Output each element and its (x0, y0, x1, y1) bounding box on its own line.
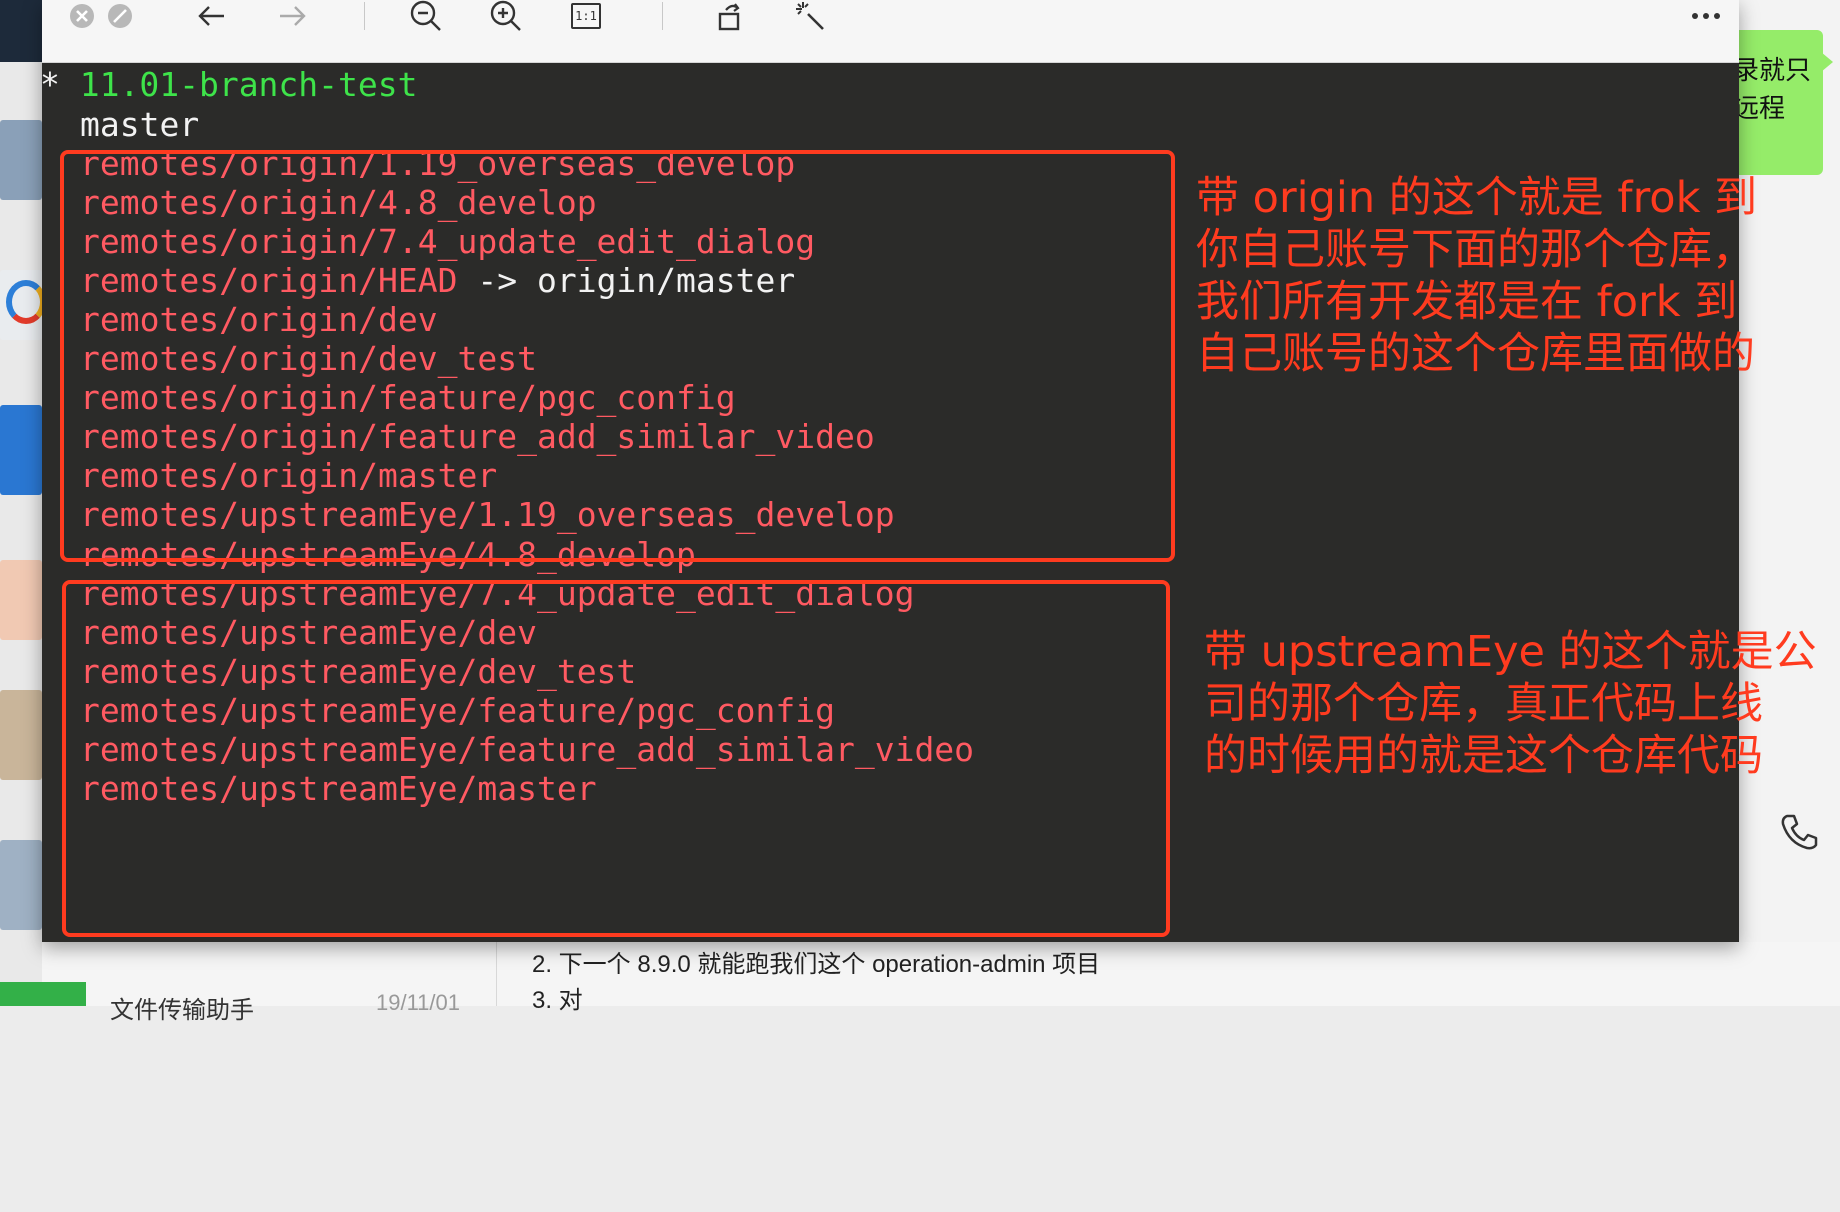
origin-annotation-note: 带 origin 的这个就是 frok 到 你自己账号下面的那个仓库， 我们所有… (1196, 173, 1758, 379)
chat-avatar[interactable] (0, 840, 42, 930)
chat-avatar[interactable] (0, 405, 42, 495)
bubble-text: 录就只 (1733, 55, 1812, 85)
close-circle-icon[interactable] (66, 0, 98, 32)
bubble-text: 远程 (1733, 93, 1786, 123)
toolbar-separator (662, 2, 663, 30)
upstream-highlight-box (62, 580, 1170, 937)
minimize-circle-icon[interactable] (104, 0, 136, 32)
phone-icon[interactable] (1777, 810, 1821, 854)
zoom-out-icon[interactable] (406, 0, 446, 32)
arrow-left-icon[interactable] (192, 0, 232, 32)
current-branch-name: 11.01-branch-test (79, 65, 418, 104)
magic-wand-icon[interactable] (790, 0, 830, 32)
rotate-icon[interactable] (710, 0, 750, 32)
zoom-in-icon[interactable] (486, 0, 526, 32)
viewer-toolbar: 1:1 (42, 0, 1739, 63)
chat-avatar[interactable] (0, 560, 42, 640)
wallpaper-corner (0, 0, 44, 62)
actual-size-label: 1:1 (571, 3, 601, 29)
chat-avatar[interactable] (0, 270, 46, 340)
chat-avatar[interactable] (0, 120, 42, 200)
chat-avatar[interactable] (0, 690, 42, 780)
upstream-annotation-note: 带 upstreamEye 的这个就是公 司的那个仓库，真正代码上线 的时候用的… (1204, 627, 1817, 781)
arrow-right-icon[interactable] (272, 0, 312, 32)
current-branch-marker: * (40, 65, 60, 104)
toolbar-separator (364, 2, 365, 30)
more-dots-icon[interactable] (1686, 0, 1726, 32)
origin-highlight-box (60, 150, 1175, 562)
actual-size-icon[interactable]: 1:1 (566, 0, 606, 32)
image-viewer-window: 1:1 * 11.01-branch-test master remotes/o… (40, 0, 1739, 942)
